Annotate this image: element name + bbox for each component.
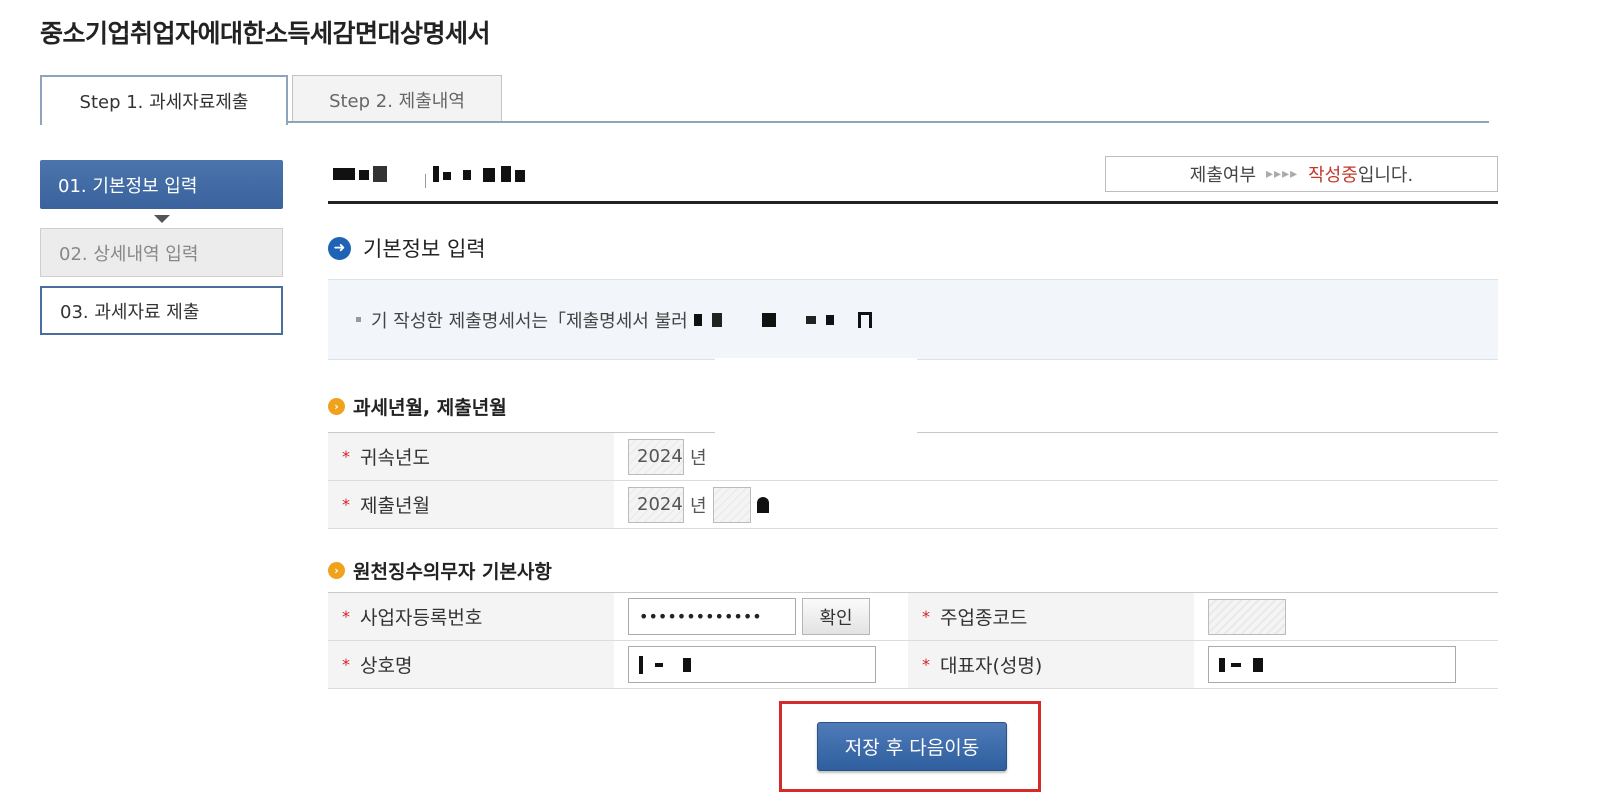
table-row: * 귀속년도 2024 년 — [328, 433, 1498, 481]
table-row: * 상호명 * 대표자(성명) — [328, 641, 1498, 689]
submission-month-label: * 제출년월 — [328, 481, 614, 528]
status-text: 작성중입니다. — [1308, 161, 1413, 187]
year-unit: 년 — [690, 447, 707, 469]
redacted-company-name — [333, 164, 563, 188]
label-text: 귀속년도 — [360, 447, 430, 469]
redaction-overlay — [715, 358, 917, 434]
status-value: 작성중 — [1308, 165, 1358, 186]
required-mark: * — [342, 607, 350, 626]
attribution-year-cell: 2024 년 — [614, 433, 707, 480]
section-heading: ➜ 기본정보 입력 — [328, 233, 486, 263]
table-row: * 제출년월 2024 년 — [328, 481, 1498, 529]
submission-status: 제출여부 ▸▸▸▸ 작성중입니다. — [1105, 156, 1498, 192]
withholder-title: 원천징수의무자 기본사항 — [353, 561, 552, 583]
withholder-table: * 사업자등록번호 ••••••••••••• 확인 * 주업종코드 * 상호명 — [328, 592, 1498, 689]
confirm-button[interactable]: 확인 — [802, 598, 870, 635]
tax-period-title: 과세년월, 제출년월 — [353, 397, 507, 419]
attribution-year-field[interactable]: 2024 — [628, 438, 684, 475]
industry-code-field[interactable] — [1208, 598, 1286, 635]
tax-period-table: * 귀속년도 2024 년 * 제출년월 2024 년 — [328, 432, 1498, 529]
notice-text: 기 작성한 제출명세서는「제출명세서 불러 — [371, 310, 688, 332]
bullet-icon — [356, 317, 361, 322]
business-no-input[interactable]: ••••••••••••• — [628, 598, 796, 635]
required-mark: * — [922, 607, 930, 626]
chevron-right-icon: › — [328, 398, 345, 415]
representative-label: * 대표자(성명) — [908, 641, 1194, 688]
tab-step-1[interactable]: Step 1. 과세자료제출 — [40, 75, 288, 125]
status-label: 제출여부 — [1189, 165, 1257, 186]
business-no-label: * 사업자등록번호 — [328, 593, 614, 640]
attribution-year-label: * 귀속년도 — [328, 433, 614, 480]
industry-code-label: * 주업종코드 — [908, 593, 1194, 640]
label-text: 사업자등록번호 — [360, 607, 483, 629]
required-mark: * — [342, 447, 350, 466]
label-text: 상호명 — [360, 655, 413, 677]
save-and-next-button[interactable]: 저장 후 다음이동 — [817, 722, 1007, 771]
status-suffix: 입니다. — [1357, 165, 1414, 186]
page-title: 중소기업취업자에대한소득세감면대상명세서 — [40, 19, 491, 48]
required-mark: * — [342, 495, 350, 514]
required-mark: * — [922, 655, 930, 674]
arrow-right-circle-icon: ➜ — [328, 236, 351, 260]
required-mark: * — [342, 655, 350, 674]
label-text: 제출년월 — [360, 495, 430, 517]
label-text: 주업종코드 — [940, 607, 1028, 629]
business-no-cell: ••••••••••••• 확인 — [614, 593, 908, 640]
submission-month-cell: 2024 년 — [614, 481, 769, 528]
redacted-notice-tail — [693, 311, 872, 328]
industry-code-cell — [1194, 593, 1286, 640]
table-row: * 사업자등록번호 ••••••••••••• 확인 * 주업종코드 — [328, 593, 1498, 641]
company-name-cell — [614, 641, 908, 688]
step-submit[interactable]: 03. 과세자료 제출 — [40, 286, 283, 335]
withholder-heading: › 원천징수의무자 기본사항 — [328, 557, 552, 584]
representative-input[interactable] — [1208, 646, 1456, 683]
submission-month-field[interactable] — [712, 486, 751, 523]
label-text: 대표자(성명) — [940, 655, 1043, 677]
notice-box: 기 작성한 제출명세서는「제출명세서 불러 — [328, 279, 1498, 360]
year-unit: 년 — [690, 495, 707, 517]
step-detail-info: 02. 상세내역 입력 — [40, 228, 283, 277]
company-name-label: * 상호명 — [328, 641, 614, 688]
company-name-input[interactable] — [628, 646, 876, 683]
header-divider — [328, 201, 1498, 204]
chevron-right-icon: › — [328, 562, 345, 579]
status-arrows-icon: ▸▸▸▸ — [1266, 166, 1299, 182]
tax-period-heading: › 과세년월, 제출년월 — [328, 393, 507, 420]
representative-cell — [1194, 641, 1456, 688]
section-title: 기본정보 입력 — [363, 237, 486, 261]
step-basic-info[interactable]: 01. 기본정보 입력 — [40, 160, 283, 209]
tab-step-2[interactable]: Step 2. 제출내역 — [292, 75, 502, 123]
redacted-month-unit — [756, 496, 769, 513]
step-down-arrow-icon — [154, 215, 170, 223]
submission-year-field[interactable]: 2024 — [628, 486, 684, 523]
